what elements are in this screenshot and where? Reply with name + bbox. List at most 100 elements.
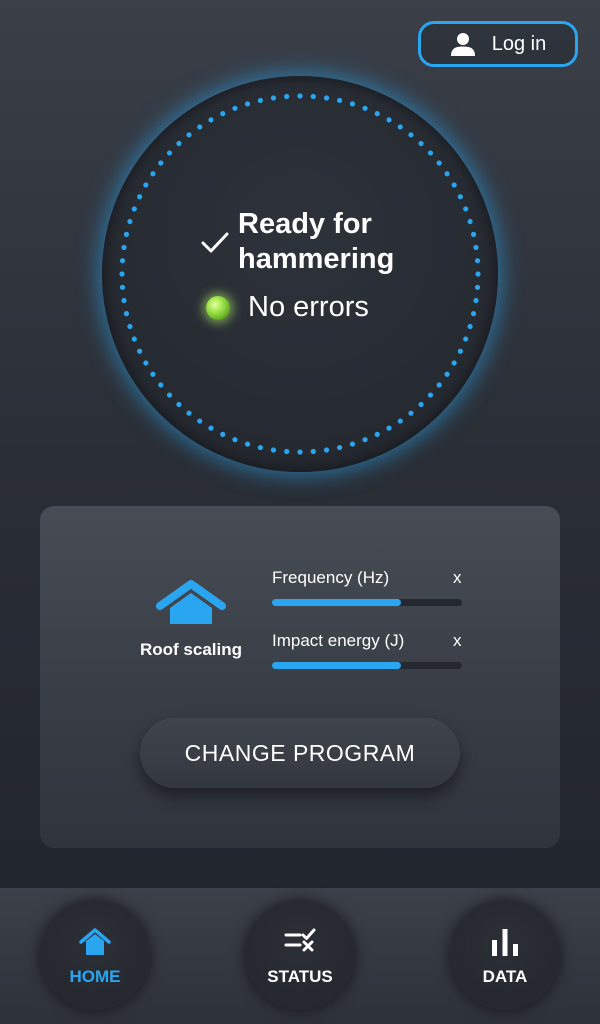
ring-dot <box>244 441 251 447</box>
ring-dot <box>166 392 173 398</box>
nav-home[interactable]: HOME <box>40 900 150 1010</box>
ring-dot <box>127 323 133 330</box>
ring-dot <box>119 284 126 290</box>
param-label: Impact energy (J) <box>272 631 405 650</box>
ring-dot <box>119 258 126 264</box>
ring-dot <box>208 425 214 431</box>
check-icon <box>201 232 229 253</box>
errors-text: No errors <box>248 291 369 323</box>
login-label: Log in <box>491 32 547 55</box>
ring-dot <box>284 448 290 455</box>
ring-dot <box>310 448 316 455</box>
program-name: Roof scaling <box>139 640 242 659</box>
nav-data-label: DATA <box>482 967 528 986</box>
ring-dot <box>362 437 368 443</box>
ring-dot <box>374 431 380 437</box>
ring-dot <box>220 431 226 437</box>
ring-dot <box>323 95 330 101</box>
ring-dot <box>374 111 380 117</box>
impact-energy-bar <box>272 662 462 669</box>
ring-dot <box>323 447 330 453</box>
ring-dot <box>427 392 434 398</box>
ring-dot <box>349 101 356 107</box>
ring-dot <box>150 371 156 377</box>
home-icon <box>79 928 111 955</box>
ring-dot <box>444 171 450 177</box>
ring-dot <box>457 194 463 200</box>
ready-text: Ready for hammering <box>238 208 395 275</box>
program-card: Roof scaling Frequency (Hz) x Impact ene… <box>40 506 560 848</box>
ring-dot <box>123 231 130 237</box>
ring-dot <box>436 382 442 388</box>
ring-dot <box>143 182 149 188</box>
ring-dot <box>297 449 303 455</box>
ring-dot <box>473 244 479 251</box>
change-program-button[interactable]: CHANGE PROGRAM <box>140 718 460 788</box>
ring-dot <box>123 311 130 317</box>
house-icon <box>156 580 226 624</box>
ring-dot <box>470 231 477 237</box>
ring-dot <box>386 425 392 431</box>
ring-dot <box>451 360 457 366</box>
ring-dot <box>427 150 434 156</box>
nav-data[interactable]: DATA <box>450 900 560 1010</box>
ring-dot <box>131 336 137 342</box>
param-value: x <box>453 631 462 650</box>
ring-dot <box>418 401 424 408</box>
status-led-indicator <box>206 295 230 320</box>
ring-dot <box>470 311 477 317</box>
impact-energy-bar-fill <box>272 662 402 669</box>
ring-dot <box>474 258 481 264</box>
ring-dot <box>337 97 343 104</box>
ring-dot <box>150 171 156 177</box>
ready-status: Ready for hammering <box>200 207 438 277</box>
nav-status-label: STATUS <box>267 967 333 986</box>
login-button[interactable]: Log in <box>418 21 578 67</box>
ring-dot <box>457 348 463 354</box>
frequency-bar-fill <box>272 599 402 606</box>
nav-status[interactable]: STATUS <box>245 900 355 1010</box>
ring-dot <box>197 418 203 424</box>
ring-dot <box>463 206 469 212</box>
ring-dot <box>408 132 414 138</box>
error-status: No errors <box>206 291 369 324</box>
ring-dot <box>186 132 192 138</box>
ring-dot <box>297 93 303 99</box>
ring-dot <box>362 105 368 111</box>
param-label: Frequency (Hz) <box>272 568 390 587</box>
ring-dot <box>386 117 392 123</box>
ring-dot <box>467 218 473 225</box>
ring-dot <box>475 271 481 277</box>
ring-dot <box>119 271 125 277</box>
ring-dot <box>284 93 290 100</box>
ring-dot <box>176 401 182 408</box>
ring-dot <box>451 182 457 188</box>
ring-dot <box>473 297 479 304</box>
ring-dot <box>337 444 343 451</box>
ring-dot <box>244 101 251 107</box>
ring-dot <box>176 140 182 147</box>
ring-dot <box>121 297 127 304</box>
bottom-nav: HOME STATUS DATA <box>0 888 600 1024</box>
ring-dot <box>208 117 214 123</box>
ring-dot <box>436 160 442 166</box>
bar-chart-icon <box>492 929 518 956</box>
ring-dot <box>444 371 450 377</box>
ring-dot <box>397 418 403 424</box>
ring-dot <box>408 410 414 416</box>
ring-dot <box>166 150 173 156</box>
ring-dot <box>143 360 149 366</box>
ring-dot <box>463 336 469 342</box>
checklist-icon <box>284 928 316 952</box>
ring-dot <box>127 218 133 225</box>
ring-dot <box>467 323 473 330</box>
ring-dot <box>220 111 226 117</box>
ring-dot <box>474 284 481 290</box>
ring-dot <box>257 97 263 104</box>
ring-dot <box>186 410 192 416</box>
ring-dot <box>158 382 164 388</box>
ring-dot <box>349 441 356 447</box>
ring-dot <box>270 447 277 453</box>
ring-dot <box>121 244 127 251</box>
ring-dot <box>310 93 316 100</box>
